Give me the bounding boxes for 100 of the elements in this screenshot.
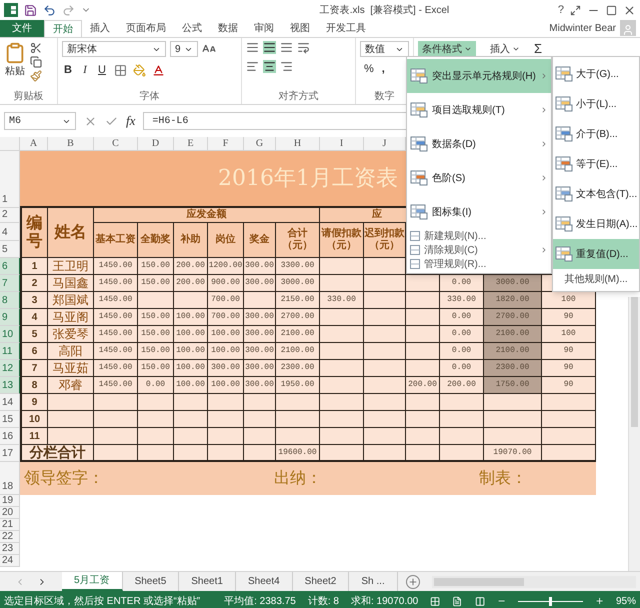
close-icon[interactable] — [623, 4, 636, 16]
comma-button[interactable]: , — [382, 61, 385, 78]
italic-button[interactable]: I — [80, 62, 90, 78]
row-header[interactable]: 15 — [0, 411, 20, 428]
row-header[interactable]: 20 — [0, 507, 20, 519]
horizontal-scrollbar[interactable] — [432, 576, 636, 588]
help-button[interactable]: ? — [558, 2, 564, 18]
row-header[interactable]: 8 — [0, 292, 20, 309]
align-right-icon[interactable] — [280, 60, 293, 73]
row-header[interactable]: 16 — [0, 428, 20, 445]
scissors-icon[interactable] — [30, 42, 42, 54]
align-top-icon[interactable] — [246, 41, 259, 54]
align-center-icon[interactable] — [263, 60, 276, 73]
font-size-field[interactable]: 9 — [170, 41, 198, 57]
ribbon-command[interactable]: 条件格式 — [418, 41, 476, 57]
insert-function-button[interactable]: fx — [126, 111, 136, 131]
row-header[interactable]: 24 — [0, 555, 20, 567]
add-sheet-button[interactable] — [406, 574, 420, 588]
sheet-tab[interactable]: 5月工资 — [62, 572, 123, 591]
row-header[interactable]: 12 — [0, 360, 20, 377]
column-header[interactable]: G — [244, 137, 276, 151]
row-header[interactable]: 13 — [0, 377, 20, 394]
maximize-icon[interactable] — [606, 4, 617, 16]
number-format-field[interactable]: 数值 — [360, 41, 409, 57]
align-left-icon[interactable] — [246, 60, 259, 73]
name-box[interactable]: M6 — [4, 112, 76, 130]
fill-color-icon[interactable] — [133, 64, 146, 77]
ribbon-tab[interactable]: 公式 — [174, 20, 210, 37]
column-header[interactable]: A — [20, 137, 48, 151]
row-header[interactable]: 4 — [0, 223, 20, 241]
vertical-scrollbar[interactable] — [628, 297, 640, 571]
row-header[interactable]: 5 — [0, 241, 20, 258]
paste-button[interactable]: 粘贴 — [4, 42, 26, 79]
page-layout-icon[interactable] — [452, 596, 463, 606]
row-header[interactable]: 14 — [0, 394, 20, 411]
align-bottom-icon[interactable] — [280, 41, 293, 54]
column-header[interactable]: C — [94, 137, 138, 151]
align-middle-icon[interactable] — [263, 41, 276, 54]
bold-button[interactable]: B — [62, 62, 74, 78]
row-header[interactable]: 18 — [0, 462, 20, 495]
page-break-icon[interactable] — [474, 596, 485, 606]
menu-item[interactable]: 发生日期(A)... — [553, 209, 639, 239]
ribbon-tab[interactable]: 插入 — [82, 20, 118, 37]
row-header[interactable]: 23 — [0, 543, 20, 555]
row-header[interactable]: 9 — [0, 309, 20, 326]
row-header[interactable]: 6 — [0, 258, 20, 275]
row-header[interactable]: 10 — [0, 326, 20, 343]
user-name[interactable]: Midwinter Bear — [549, 21, 616, 36]
cancel-icon[interactable] — [84, 114, 97, 128]
copy-icon[interactable] — [30, 56, 42, 68]
ribbon-tab[interactable]: 开始 — [44, 20, 82, 37]
brush-icon[interactable] — [30, 70, 42, 82]
table-cell: 100.00 — [208, 377, 244, 394]
column-header[interactable]: D — [138, 137, 174, 151]
ribbon-tab[interactable]: 开发工具 — [318, 20, 374, 37]
wrap-text-icon[interactable] — [297, 41, 310, 54]
slider-thumb[interactable] — [549, 596, 552, 606]
ribbon-tab[interactable]: 审阅 — [246, 20, 282, 37]
ribbon-tab[interactable]: 数据 — [210, 20, 246, 37]
column-header[interactable]: J — [364, 137, 406, 151]
zoom-in-icon[interactable] — [594, 596, 604, 606]
grid-icon — [555, 186, 573, 202]
normal-view-icon[interactable] — [430, 596, 440, 606]
row-header[interactable]: 7 — [0, 275, 20, 292]
font-color-icon[interactable] — [152, 64, 165, 77]
row-header[interactable]: 1 — [0, 151, 20, 208]
zoom-slider[interactable] — [518, 596, 583, 606]
menu-item[interactable]: 其他规则(M)... — [553, 269, 639, 289]
row-header[interactable]: 2 — [0, 208, 20, 223]
border-icon[interactable] — [114, 64, 127, 77]
menu-item[interactable]: 突出显示单元格规则(H) — [407, 59, 551, 93]
menu-item[interactable]: 重复值(D)... — [553, 239, 639, 269]
app-logo-icon[interactable] — [4, 3, 18, 17]
row-header[interactable]: 11 — [0, 343, 20, 360]
ribbon-tab[interactable]: 页面布局 — [118, 20, 174, 37]
underline-button[interactable]: U — [96, 62, 108, 78]
row-header[interactable]: 22 — [0, 531, 20, 543]
column-header[interactable]: H — [276, 137, 320, 151]
ribbon-tab[interactable]: 文件 — [0, 20, 44, 37]
row-header[interactable]: 19 — [0, 495, 20, 507]
menu-item[interactable]: 新建规则(N)... — [407, 229, 551, 243]
zoom-level[interactable]: 95% — [616, 594, 636, 608]
ribbon-display-icon[interactable] — [570, 4, 581, 16]
row-header[interactable]: 21 — [0, 519, 20, 531]
percent-button[interactable]: % — [364, 61, 374, 78]
column-header[interactable]: B — [48, 137, 94, 151]
undo-icon[interactable] — [43, 4, 56, 16]
menu-item[interactable]: 色阶(S) — [407, 161, 551, 195]
column-header[interactable]: I — [320, 137, 364, 151]
menu-item[interactable]: 清除规则(C) — [407, 243, 551, 257]
ribbon-tab[interactable]: 视图 — [282, 20, 318, 37]
enter-icon[interactable] — [105, 114, 118, 128]
autosum-button[interactable]: Σ — [534, 41, 542, 57]
column-header[interactable]: F — [208, 137, 244, 151]
column-header[interactable]: E — [174, 137, 208, 151]
save-icon[interactable] — [24, 4, 37, 16]
menu-item[interactable]: 大于(G)... — [553, 59, 639, 89]
font-name-field[interactable]: 新宋体 — [62, 41, 166, 57]
row-header[interactable]: 17 — [0, 445, 20, 462]
menu-item[interactable]: 管理规则(R)... — [407, 257, 551, 271]
